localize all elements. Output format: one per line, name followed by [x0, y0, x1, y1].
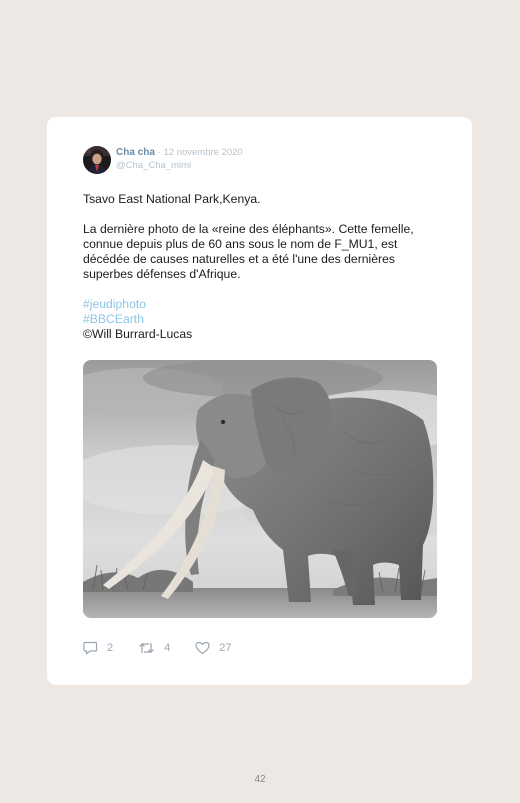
author-line: Cha cha · 12 novembre 2020	[116, 147, 243, 159]
tweet-text: Tsavo East National Park,Kenya. La derni…	[83, 192, 441, 342]
tweet-actions: 2 4 27	[83, 639, 257, 657]
reply-count: 2	[107, 642, 114, 654]
tweet-card: Cha cha · 12 novembre 2020 @Cha_Cha_mimi…	[47, 117, 472, 685]
retweet-count: 4	[164, 642, 171, 654]
avatar[interactable]	[83, 146, 111, 174]
retweet-icon	[139, 643, 155, 653]
hashtag-link[interactable]: #BBCEarth	[83, 312, 441, 327]
author-handle[interactable]: @Cha_Cha_mimi	[116, 160, 191, 171]
location-line: Tsavo East National Park,Kenya.	[83, 192, 261, 206]
like-button[interactable]: 27	[195, 641, 232, 655]
tweet-body: La dernière photo de la «reine des éléph…	[83, 222, 414, 281]
page-number: 42	[254, 774, 266, 785]
heart-icon	[195, 641, 210, 655]
reply-button[interactable]: 2	[83, 641, 113, 655]
hashtag-link[interactable]: #jeudiphoto	[83, 297, 441, 312]
elephant-photo[interactable]	[83, 360, 437, 618]
reply-icon	[83, 641, 98, 655]
like-count: 27	[219, 642, 232, 654]
author-name[interactable]: Cha cha	[116, 147, 155, 158]
copyright-icon: ©	[83, 327, 92, 341]
photo-credit: ©Will Burrard-Lucas	[83, 327, 441, 342]
credit-name: Will Burrard-Lucas	[91, 327, 193, 341]
retweet-button[interactable]: 4	[138, 641, 170, 655]
tweet-date[interactable]: · 12 novembre 2020	[158, 147, 243, 158]
